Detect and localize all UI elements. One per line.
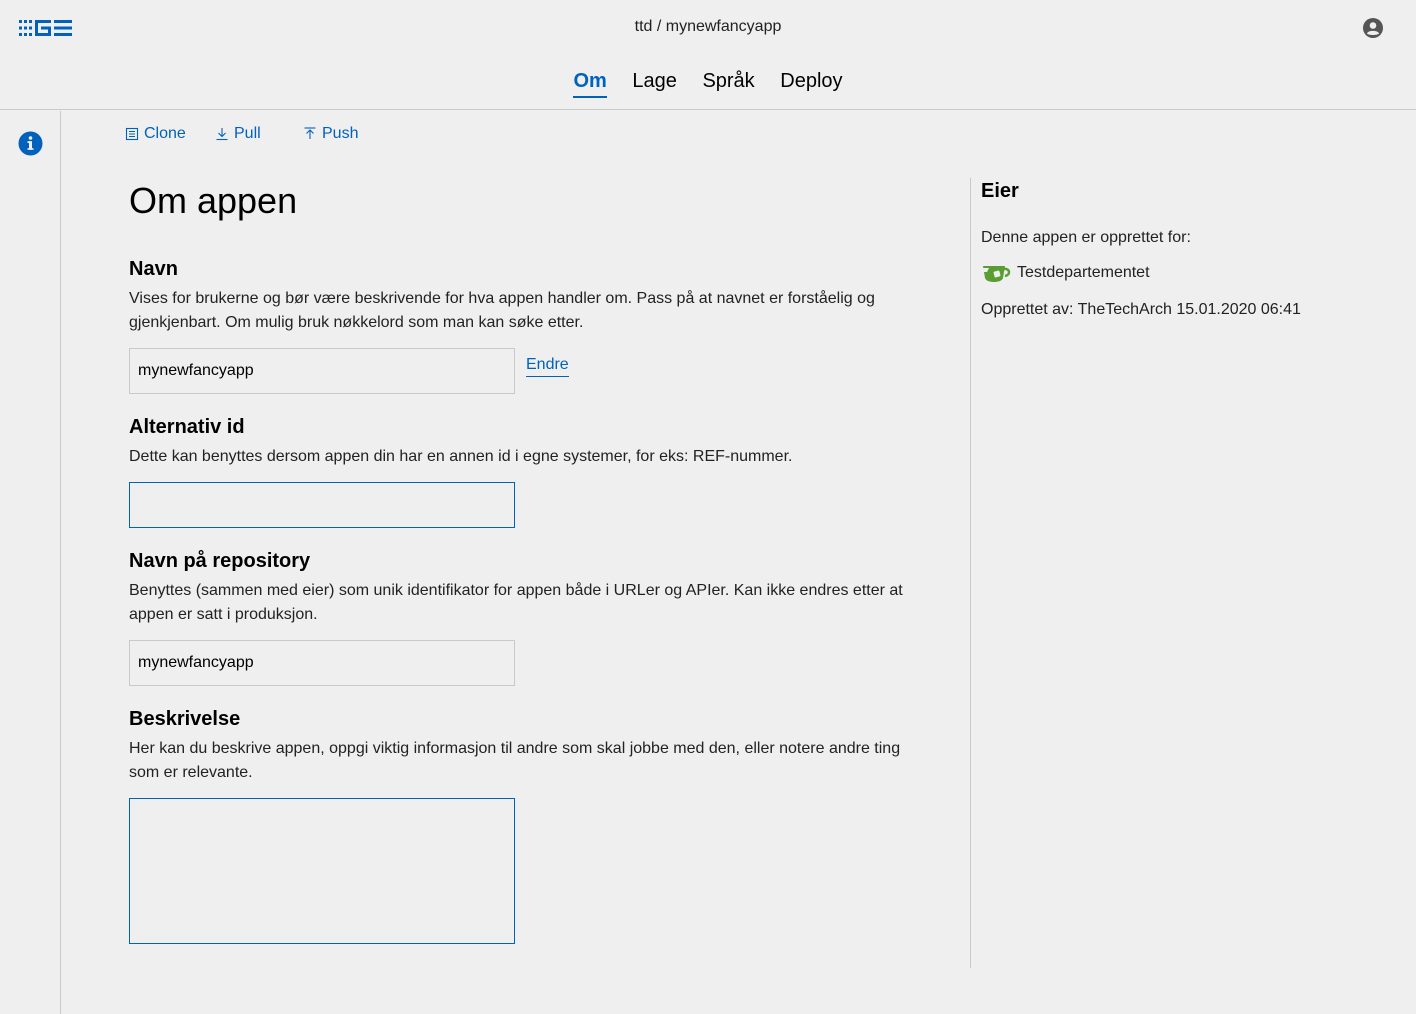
owner-panel: Eier Denne appen er opprettet for: Testd…	[981, 180, 1401, 319]
owner-created-for-label: Denne appen er opprettet for:	[981, 229, 1191, 246]
name-input[interactable]: mynewfancyapp	[129, 348, 515, 394]
description-section: Beskrivelse Her kan du beskrive appen, o…	[129, 708, 919, 785]
clone-icon	[125, 127, 139, 141]
tab-om[interactable]: Om	[573, 70, 607, 98]
page-title: Om appen	[129, 180, 298, 221]
name-section: Navn Vises for brukerne og bør være besk…	[129, 258, 919, 335]
repo-description: Benyttes (sammen med eier) som unik iden…	[129, 582, 903, 623]
clone-button[interactable]: Clone	[125, 125, 186, 143]
name-description: Vises for brukerne og bør være beskriven…	[129, 290, 875, 331]
org-name: Testdepartementet	[1017, 264, 1150, 281]
push-label: Push	[322, 125, 359, 142]
breadcrumb: ttd / mynewfancyapp	[634, 18, 782, 35]
tab-sprak[interactable]: Språk	[702, 70, 754, 96]
edit-name-link[interactable]: Endre	[526, 356, 569, 377]
column-divider	[970, 178, 971, 968]
pull-label: Pull	[234, 125, 261, 142]
about-app-main: Om appen Navn Vises for brukerne og bør …	[129, 180, 919, 944]
top-bar: ttd / mynewfancyapp Om Lage Språk Deploy	[0, 0, 1416, 110]
tab-lage[interactable]: Lage	[632, 70, 677, 96]
pull-button[interactable]: Pull	[215, 125, 261, 143]
name-title: Navn	[129, 258, 178, 280]
main-tabs: Om Lage Språk Deploy	[0, 70, 1416, 98]
clone-label: Clone	[144, 125, 186, 142]
alt-id-description: Dette kan benyttes dersom appen din har …	[129, 448, 793, 465]
description-textarea[interactable]	[129, 798, 515, 944]
owner-title: Eier	[981, 180, 1019, 202]
description-help: Her kan du beskrive appen, oppgi viktig …	[129, 740, 901, 781]
repo-name-input: mynewfancyapp	[129, 640, 515, 686]
alt-id-input[interactable]	[129, 482, 515, 528]
upload-icon	[304, 127, 316, 139]
description-title: Beskrivelse	[129, 708, 241, 730]
push-button[interactable]: Push	[303, 125, 358, 143]
alt-id-section: Alternativ id Dette kan benyttes dersom …	[129, 416, 919, 469]
user-circle-icon[interactable]	[1363, 18, 1383, 38]
download-icon	[216, 128, 228, 141]
tab-deploy[interactable]: Deploy	[780, 70, 842, 96]
name-input-row: mynewfancyapp Endre	[129, 348, 569, 394]
repo-title: Navn på repository	[129, 550, 311, 572]
owner-org: Testdepartementet	[981, 263, 1401, 283]
teacup-logo	[982, 266, 1011, 282]
created-by-text: Opprettet av: TheTechArch 15.01.2020 06:…	[981, 301, 1301, 318]
alt-id-title: Alternativ id	[129, 416, 245, 438]
left-sidebar	[0, 111, 61, 1014]
info-icon[interactable]	[18, 131, 43, 156]
repo-section: Navn på repository Benyttes (sammen med …	[129, 550, 919, 627]
